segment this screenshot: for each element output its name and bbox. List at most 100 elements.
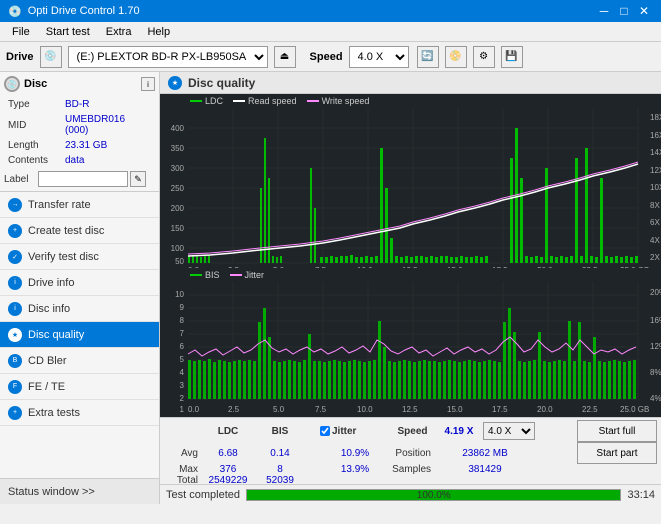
drive-select[interactable]: (E:) PLEXTOR BD-R PX-LB950SA 1.06 <box>68 46 268 68</box>
svg-text:150: 150 <box>171 224 185 233</box>
max-label: Max <box>164 464 202 475</box>
svg-text:100: 100 <box>171 244 185 253</box>
disc-panel: 💿 Disc i Type BD-R MID UMEBDR016 (000) L… <box>0 72 159 192</box>
close-button[interactable]: ✕ <box>635 2 653 20</box>
svg-text:1: 1 <box>180 405 185 414</box>
svg-text:14X: 14X <box>650 148 661 157</box>
max-ldc: 376 <box>202 464 254 475</box>
start-full-button[interactable]: Start full <box>577 420 657 442</box>
avg-label: Avg <box>164 448 202 459</box>
svg-text:12X: 12X <box>650 166 661 175</box>
status-text: Test completed <box>166 489 240 501</box>
svg-text:5.0: 5.0 <box>273 405 285 414</box>
legend-read-speed: Read speed <box>233 96 297 106</box>
chart2-svg: 10 9 8 7 6 5 4 3 2 1 20% 16% 12% 8% 4% <box>160 282 661 417</box>
fe-te-icon: F <box>8 380 22 394</box>
svg-text:20.0: 20.0 <box>537 405 553 414</box>
sidebar-item-create-test-disc[interactable]: + Create test disc <box>0 218 159 244</box>
jitter-checkbox[interactable] <box>320 426 330 436</box>
disc-quality-icon: ★ <box>8 328 22 342</box>
disc-mid-value: UMEBDR016 (000) <box>63 113 153 137</box>
nav-label: Create test disc <box>28 225 104 237</box>
speed-label: Speed <box>310 51 343 63</box>
read-speed-legend-label: Read speed <box>248 96 297 106</box>
svg-text:2: 2 <box>180 394 185 403</box>
write-speed-legend-label: Write speed <box>322 96 370 106</box>
stats-speed-select[interactable]: 4.0 X <box>483 422 535 440</box>
transfer-rate-icon: → <box>8 198 22 212</box>
sidebar-item-extra-tests[interactable]: + Extra tests <box>0 400 159 426</box>
create-test-disc-icon: + <box>8 224 22 238</box>
menu-file[interactable]: File <box>4 22 38 41</box>
label-row: Label ✎ <box>4 171 155 187</box>
minimize-button[interactable]: ─ <box>595 2 613 20</box>
svg-text:2X: 2X <box>650 253 660 262</box>
extra-tests-icon: + <box>8 406 22 420</box>
disc-mid-label: MID <box>6 113 61 137</box>
time-display: 33:14 <box>627 489 655 501</box>
label-edit-button[interactable]: ✎ <box>130 171 146 187</box>
disc-info-btn[interactable]: i <box>141 77 155 91</box>
media-button[interactable]: 📀 <box>445 46 467 68</box>
chart2-legend: BIS Jitter <box>160 268 661 282</box>
disc-contents-label: Contents <box>6 154 61 167</box>
svg-text:350: 350 <box>171 144 185 153</box>
position-label: Position <box>390 448 435 459</box>
stats-ldc-header: LDC <box>202 426 254 437</box>
progress-bar: 100.0% <box>246 489 621 501</box>
start-part-button[interactable]: Start part <box>577 442 657 464</box>
chart1-legend: LDC Read speed Write speed <box>160 94 661 108</box>
svg-text:8: 8 <box>180 316 185 325</box>
stats-avg-row: Avg 6.68 0.14 10.9% Position 23862 MB St… <box>164 442 657 464</box>
cd-bler-icon: B <box>8 354 22 368</box>
title-bar-left: 💿 Opti Drive Control 1.70 <box>8 5 140 18</box>
maximize-button[interactable]: □ <box>615 2 633 20</box>
status-window-button[interactable]: Status window >> <box>0 478 159 504</box>
total-bis: 52039 <box>254 475 306 484</box>
stats-speed-header: Speed <box>390 426 435 437</box>
svg-text:0.0: 0.0 <box>188 405 200 414</box>
nav-label: Transfer rate <box>28 199 91 211</box>
label-label: Label <box>4 174 36 185</box>
settings-button[interactable]: ⚙ <box>473 46 495 68</box>
stats-max-row: Max 376 8 13.9% Samples 381429 <box>164 464 657 475</box>
content-area: ★ Disc quality LDC Read speed <box>160 72 661 504</box>
avg-bis: 0.14 <box>254 448 306 459</box>
write-speed-legend-color <box>307 100 319 102</box>
samples-value: 381429 <box>435 464 535 475</box>
sidebar-item-disc-quality[interactable]: ★ Disc quality <box>0 322 159 348</box>
sidebar-nav: → Transfer rate + Create test disc ✓ Ver… <box>0 192 159 478</box>
menu-extra[interactable]: Extra <box>98 22 140 41</box>
progress-text: 100.0% <box>247 490 620 502</box>
nav-label: Drive info <box>28 277 74 289</box>
sidebar-item-drive-info[interactable]: i Drive info <box>0 270 159 296</box>
content-title: Disc quality <box>188 76 255 90</box>
label-input[interactable] <box>38 171 128 187</box>
start-part-placeholder: Start part <box>577 442 657 464</box>
svg-text:16%: 16% <box>650 316 661 325</box>
speed-select[interactable]: 4.0 X <box>349 46 409 68</box>
total-ldc: 2549229 <box>202 475 254 484</box>
sidebar-item-fe-te[interactable]: F FE / TE <box>0 374 159 400</box>
svg-text:6: 6 <box>180 342 185 351</box>
sidebar-item-cd-bler[interactable]: B CD Bler <box>0 348 159 374</box>
samples-label: Samples <box>390 464 435 475</box>
sidebar-item-disc-info[interactable]: i Disc info <box>0 296 159 322</box>
svg-text:4X: 4X <box>650 236 660 245</box>
app-title: Opti Drive Control 1.70 <box>28 5 140 17</box>
stats-jitter-header: Jitter <box>332 426 356 437</box>
sidebar-item-transfer-rate[interactable]: → Transfer rate <box>0 192 159 218</box>
title-bar-controls: ─ □ ✕ <box>595 2 653 20</box>
stats-jitter-header-area: Jitter <box>320 426 390 437</box>
svg-text:18X: 18X <box>650 113 661 122</box>
save-button[interactable]: 💾 <box>501 46 523 68</box>
menu-help[interactable]: Help <box>139 22 178 41</box>
disc-info-table: Type BD-R MID UMEBDR016 (000) Length 23.… <box>4 96 155 169</box>
stats-bar: LDC BIS Jitter Speed 4.19 X 4.0 X Start … <box>160 417 661 484</box>
menu-start-test[interactable]: Start test <box>38 22 98 41</box>
sidebar-item-verify-test-disc[interactable]: ✓ Verify test disc <box>0 244 159 270</box>
bis-legend-color <box>190 274 202 276</box>
refresh-button[interactable]: 🔄 <box>417 46 439 68</box>
eject-button[interactable]: ⏏ <box>274 46 296 68</box>
legend-bis: BIS <box>190 270 220 280</box>
